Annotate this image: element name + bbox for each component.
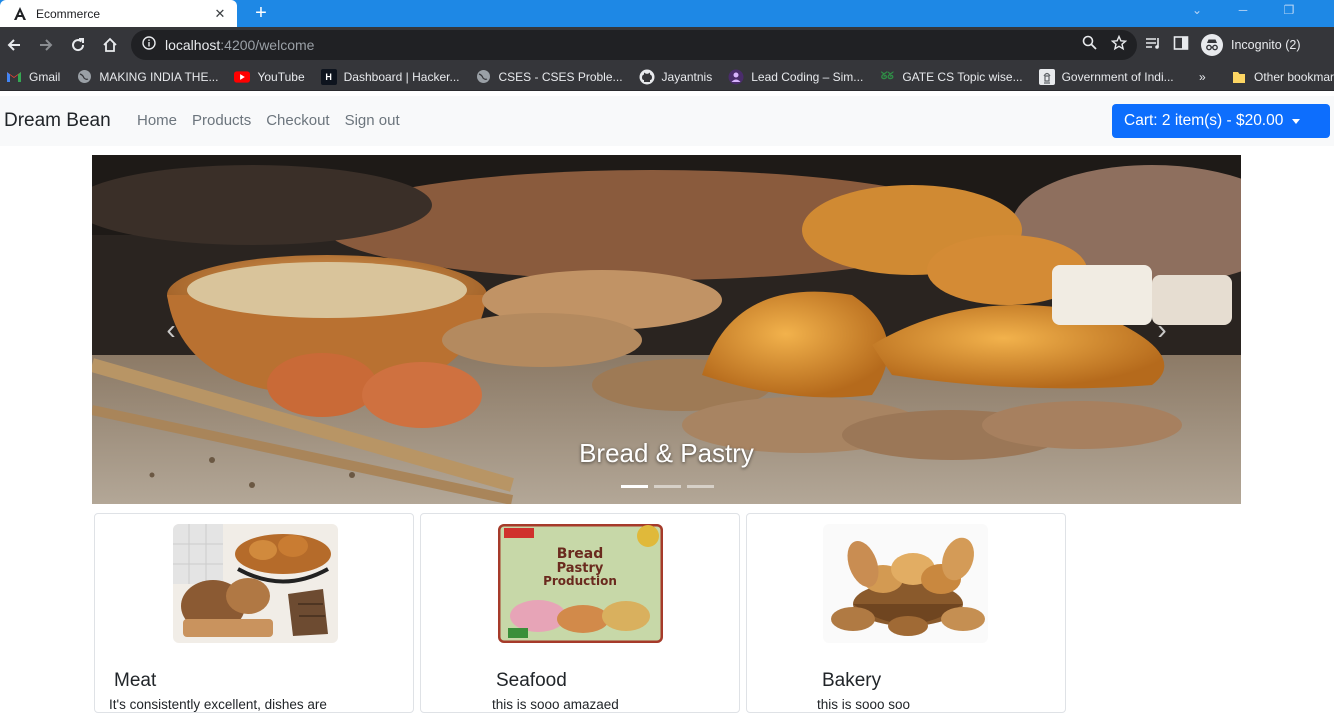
card-image <box>173 524 338 643</box>
bookmark-government-of-india[interactable]: Government of Indi... <box>1038 68 1174 85</box>
browser-tab[interactable]: Ecommerce ✕ <box>0 0 237 27</box>
bookmark-label: YouTube <box>257 69 305 84</box>
overflow-chevron-icon: » <box>1199 69 1206 84</box>
carousel-next-icon[interactable]: › <box>1151 314 1173 345</box>
side-panel-icon[interactable] <box>1173 35 1189 56</box>
nav-link-checkout[interactable]: Checkout <box>266 112 329 129</box>
carousel-caption: Bread & Pastry <box>579 438 754 468</box>
hero-carousel: ‹ › Bread & Pastry <box>92 155 1241 504</box>
gmail-icon <box>6 69 22 85</box>
site-info-icon[interactable] <box>142 35 156 55</box>
bookmark-label: MAKING INDIA THE... <box>99 69 219 84</box>
cart-dropdown-button[interactable]: Cart: 2 item(s) - $20.00 <box>1112 104 1330 138</box>
forward-icon[interactable] <box>30 29 62 61</box>
url-path: :4200/welcome <box>220 37 315 53</box>
carousel-indicators <box>621 485 714 488</box>
tab-title: Ecommerce <box>36 6 101 21</box>
leadcoding-icon <box>728 69 744 85</box>
bookmark-github[interactable]: Jayantnis <box>639 69 713 85</box>
restore-icon[interactable]: ❐ <box>1266 0 1312 20</box>
url-text: localhost:4200/welcome <box>165 37 314 53</box>
globe-icon <box>475 69 491 85</box>
carousel-prev-icon[interactable]: ‹ <box>160 314 182 345</box>
new-tab-icon[interactable]: + <box>247 0 275 27</box>
bookmark-label: Lead Coding – Sim... <box>751 69 864 84</box>
bookmark-label: CSES - CSES Proble... <box>498 69 623 84</box>
nav-link-sign-out[interactable]: Sign out <box>345 112 400 129</box>
bookmark-lead-coding[interactable]: Lead Coding – Sim... <box>728 69 863 85</box>
bookmark-label: GATE CS Topic wise... <box>902 69 1023 84</box>
svg-text:Bread: Bread <box>557 546 604 562</box>
bookmarks-overflow-button[interactable]: » <box>1199 70 1206 84</box>
caret-down-icon <box>1292 118 1301 124</box>
back-icon[interactable] <box>0 29 30 61</box>
globe-icon <box>76 69 92 85</box>
bookmark-label: Government of Indi... <box>1061 69 1174 84</box>
bookmark-gmail[interactable]: Gmail <box>6 69 60 85</box>
carousel-indicator-3[interactable] <box>687 485 714 488</box>
nav-link-home[interactable]: Home <box>137 112 177 129</box>
bookmark-gate-cs[interactable]: ᘜᘜ GATE CS Topic wise... <box>879 69 1023 85</box>
cart-label: Cart: 2 item(s) - $20.00 <box>1124 112 1284 129</box>
nav-link-products[interactable]: Products <box>192 112 251 129</box>
bookmark-label: Gmail <box>29 69 61 84</box>
other-bookmarks-folder[interactable]: Other bookmarks <box>1231 69 1334 85</box>
category-card-seafood[interactable]: Bread Pastry Production Seafood this is … <box>420 513 740 713</box>
card-image <box>823 524 988 643</box>
card-title: Seafood <box>496 670 567 691</box>
bookmark-label: Dashboard | Hacker... <box>343 69 460 84</box>
browser-titlebar: Ecommerce ✕ + ⌄ ─ ❐ <box>0 0 1334 27</box>
close-tab-icon[interactable]: ✕ <box>211 5 229 23</box>
category-card-meat[interactable]: Meat It's consistently excellent, dishes… <box>94 513 414 713</box>
bookmark-star-icon[interactable] <box>1110 34 1128 56</box>
profile-label: Incognito (2) <box>1231 38 1301 52</box>
gfg-icon: ᘜᘜ <box>880 71 894 82</box>
bookmark-label: Jayantnis <box>661 69 713 84</box>
brand-logo[interactable]: Dream Bean <box>4 110 111 132</box>
url-host: localhost <box>165 37 221 53</box>
youtube-icon <box>234 69 251 85</box>
bookmark-hackerrank[interactable]: H Dashboard | Hacker... <box>320 68 460 85</box>
svg-text:Production: Production <box>543 574 617 588</box>
bookmark-cses[interactable]: CSES - CSES Proble... <box>475 69 623 85</box>
tab-search-icon[interactable]: ⌄ <box>1174 0 1220 20</box>
reload-icon[interactable] <box>62 29 94 61</box>
bookmark-youtube[interactable]: YouTube <box>234 69 305 85</box>
angular-icon <box>13 6 27 21</box>
home-icon[interactable] <box>94 29 126 61</box>
folder-icon <box>1231 69 1247 85</box>
browser-toolbar: localhost:4200/welcome Incognito (2) <box>0 27 1334 63</box>
incognito-icon <box>1201 34 1223 56</box>
incognito-profile-button[interactable]: Incognito (2) <box>1201 34 1300 56</box>
app-navbar: Dream Bean Home Products Checkout Sign o… <box>0 96 1334 146</box>
address-bar[interactable]: localhost:4200/welcome <box>131 30 1137 60</box>
reading-list-icon[interactable] <box>1145 35 1161 56</box>
carousel-indicator-2[interactable] <box>654 485 681 488</box>
card-title: Bakery <box>822 670 882 691</box>
zoom-icon[interactable] <box>1082 35 1097 55</box>
bookmark-label: Other bookmarks <box>1254 69 1334 84</box>
carousel-indicator-1[interactable] <box>621 485 648 488</box>
card-image: Bread Pastry Production <box>498 524 663 643</box>
github-icon <box>639 69 655 85</box>
emblem-icon <box>1038 68 1055 85</box>
minimize-icon[interactable]: ─ <box>1220 0 1266 20</box>
category-card-bakery[interactable]: Bakery this is sooo soo <box>746 513 1066 713</box>
bookmarks-bar: Gmail MAKING INDIA THE... YouTube H Dash… <box>0 63 1334 91</box>
bookmark-making-india[interactable]: MAKING INDIA THE... <box>76 69 218 85</box>
hackerrank-icon: H <box>320 68 337 85</box>
card-title: Meat <box>114 670 157 691</box>
nav-links: Home Products Checkout Sign out <box>137 112 400 129</box>
